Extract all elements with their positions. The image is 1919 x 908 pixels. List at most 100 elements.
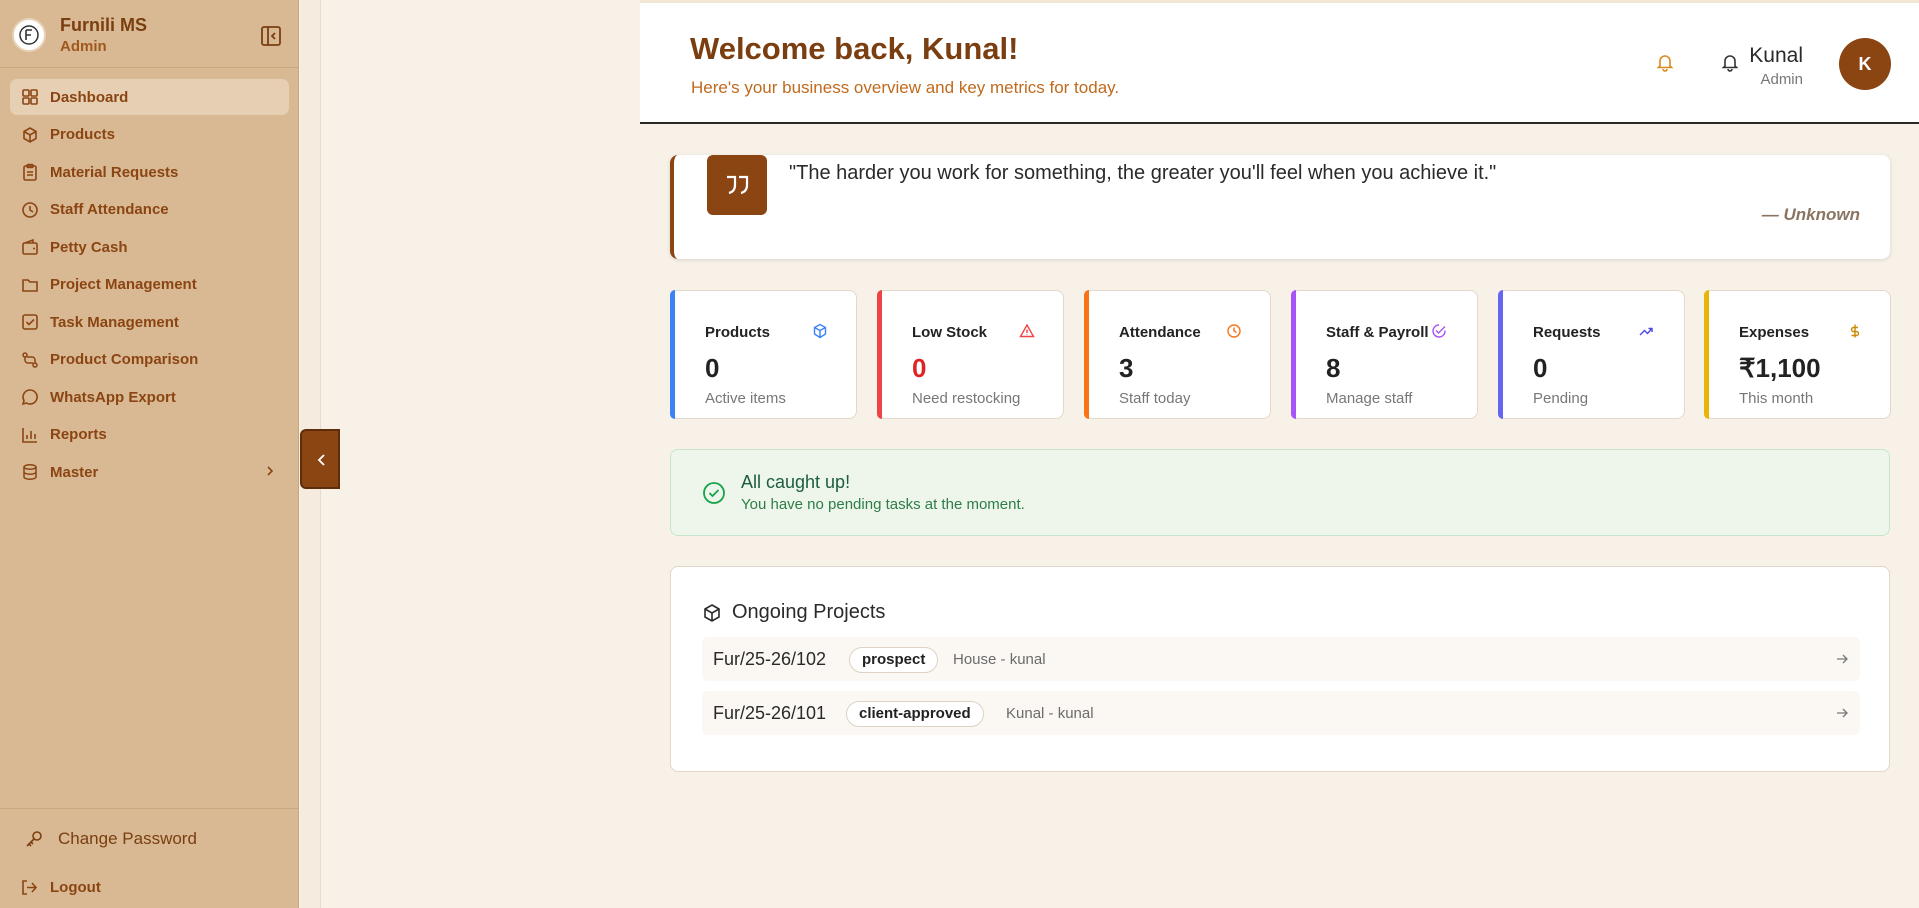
stat-value: 8 (1326, 353, 1341, 383)
sidebar: Furnili MS Admin Dashboard Products Mate… (0, 0, 299, 908)
stat-subtitle: This month (1739, 390, 1814, 407)
chevron-right-icon (267, 466, 274, 476)
stat-card-requests[interactable]: Requests 0 Pending (1498, 290, 1685, 419)
page-header: Welcome back, Kunal! Here's your busines… (640, 0, 1919, 124)
stat-subtitle: Active items (705, 390, 786, 407)
stat-value: 0 (1533, 353, 1548, 383)
chat-icon (21, 389, 38, 406)
alerts-bell-icon[interactable] (1720, 52, 1740, 77)
clock-icon (1227, 324, 1241, 338)
sidebar-item-label: WhatsApp Export (50, 388, 176, 406)
sidebar-item-material-requests[interactable]: Material Requests (10, 154, 289, 190)
sidebar-nav: Dashboard Products Material Requests Sta… (10, 79, 289, 492)
trending-up-icon (1639, 327, 1653, 336)
stat-card-low-stock[interactable]: Low Stock 0 Need restocking (877, 290, 1064, 419)
sidebar-item-products[interactable]: Products (10, 117, 289, 153)
box-icon (813, 323, 827, 339)
sidebar-item-reports[interactable]: Reports (10, 417, 289, 453)
key-icon (26, 831, 42, 847)
quote-card: "The harder you work for something, the … (670, 155, 1890, 259)
sidebar-item-label: Product Comparison (50, 351, 199, 368)
sidebar-item-task-management[interactable]: Task Management (10, 304, 289, 340)
caught-up-message: You have no pending tasks at the moment. (741, 496, 1025, 513)
sidebar-item-label: Task Management (50, 313, 179, 331)
stat-value: 3 (1119, 353, 1134, 383)
stat-accent-bar (877, 290, 882, 419)
page-subtitle: Here's your business overview and key me… (691, 78, 1120, 97)
stat-subtitle: Pending (1533, 390, 1589, 407)
stat-title: Products (705, 324, 771, 341)
check-circle-icon (703, 482, 725, 504)
sidebar-item-label: Master (50, 463, 99, 481)
logout-label: Logout (50, 879, 101, 896)
sidebar-item-label: Material Requests (50, 163, 179, 181)
stat-accent-bar (1498, 290, 1503, 419)
user-role: Admin (1760, 71, 1803, 88)
chevron-left-icon (317, 454, 325, 466)
all-caught-up-banner: All caught up! You have no pending tasks… (670, 449, 1890, 536)
change-password-label: Change Password (58, 829, 197, 848)
sidebar-item-whatsapp-export[interactable]: WhatsApp Export (10, 379, 289, 415)
project-code: Fur/25-26/102 (713, 649, 827, 669)
stat-title: Attendance (1119, 324, 1201, 341)
stat-title: Low Stock (912, 324, 988, 341)
ongoing-projects-card: Ongoing Projects Fur/25-26/102 prospect … (670, 566, 1890, 772)
stat-accent-bar (1084, 290, 1089, 419)
sidebar-footer: Change Password Logout (0, 808, 299, 896)
sidebar-item-product-comparison[interactable]: Product Comparison (10, 342, 289, 378)
dollar-icon (1850, 324, 1860, 338)
stat-title: Staff & Payroll (1326, 324, 1429, 341)
status-badge: client-approved (846, 701, 984, 727)
change-password-button[interactable]: Change Password (24, 829, 197, 849)
sidebar-item-dashboard[interactable]: Dashboard (10, 79, 289, 115)
project-code: Fur/25-26/101 (713, 703, 827, 723)
project-description: House - kunal (953, 651, 1046, 668)
quote-text: "The harder you work for something, the … (789, 162, 1497, 184)
sidebar-item-label: Staff Attendance (50, 201, 169, 218)
dashboard-icon (22, 89, 38, 105)
compare-icon (22, 351, 38, 368)
logout-button[interactable]: Logout (20, 878, 101, 897)
box-icon (23, 126, 37, 143)
brand-header: Furnili MS Admin (0, 0, 299, 68)
sidebar-item-staff-attendance[interactable]: Staff Attendance (10, 192, 289, 228)
stat-value: 0 (705, 353, 720, 383)
folder-icon (22, 278, 38, 292)
brand-logo (12, 18, 46, 52)
caught-up-title: All caught up! (741, 472, 851, 492)
sidebar-item-master[interactable]: Master (10, 454, 289, 490)
notification-bell-icon[interactable] (1655, 52, 1675, 77)
stat-title: Expenses (1739, 324, 1810, 341)
chart-icon (22, 427, 37, 443)
project-row[interactable]: Fur/25-26/101 client-approved Kunal - ku… (702, 691, 1860, 735)
sidebar-item-petty-cash[interactable]: Petty Cash (10, 229, 289, 265)
stat-accent-bar (1704, 290, 1709, 419)
sidebar-item-label: Reports (50, 426, 107, 443)
stat-card-products[interactable]: Products 0 Active items (670, 290, 857, 419)
logout-icon (22, 880, 38, 895)
quote-author: — Unknown (1761, 205, 1860, 224)
user-name: Kunal (1749, 44, 1803, 67)
sidebar-item-label: Petty Cash (50, 238, 128, 256)
project-row[interactable]: Fur/25-26/102 prospect House - kunal (702, 637, 1860, 681)
stat-card-expenses[interactable]: Expenses ₹1,100 This month (1704, 290, 1891, 419)
project-description: Kunal - kunal (1006, 705, 1094, 722)
clipboard-icon (23, 163, 37, 181)
sidebar-item-label: Dashboard (50, 88, 129, 106)
database-icon (23, 464, 37, 480)
stat-subtitle: Staff today (1119, 390, 1191, 407)
sidebar-item-project-management[interactable]: Project Management (10, 267, 289, 303)
wallet-icon (22, 238, 38, 255)
quote-icon (707, 155, 767, 215)
sidebar-collapse-icon[interactable] (260, 25, 282, 47)
arrow-right-icon (1837, 654, 1848, 664)
stat-value: 0 (912, 353, 927, 383)
checkbox-icon (22, 314, 38, 330)
ongoing-projects-title: Ongoing Projects (732, 601, 886, 623)
stat-accent-bar (1291, 290, 1296, 419)
clock-icon (22, 201, 38, 218)
stat-card-attendance[interactable]: Attendance 3 Staff today (1084, 290, 1271, 419)
stat-card-staff-payroll[interactable]: Staff & Payroll 8 Manage staff (1291, 290, 1478, 419)
avatar[interactable]: K (1839, 38, 1891, 90)
sidebar-toggle-button[interactable] (300, 429, 340, 489)
